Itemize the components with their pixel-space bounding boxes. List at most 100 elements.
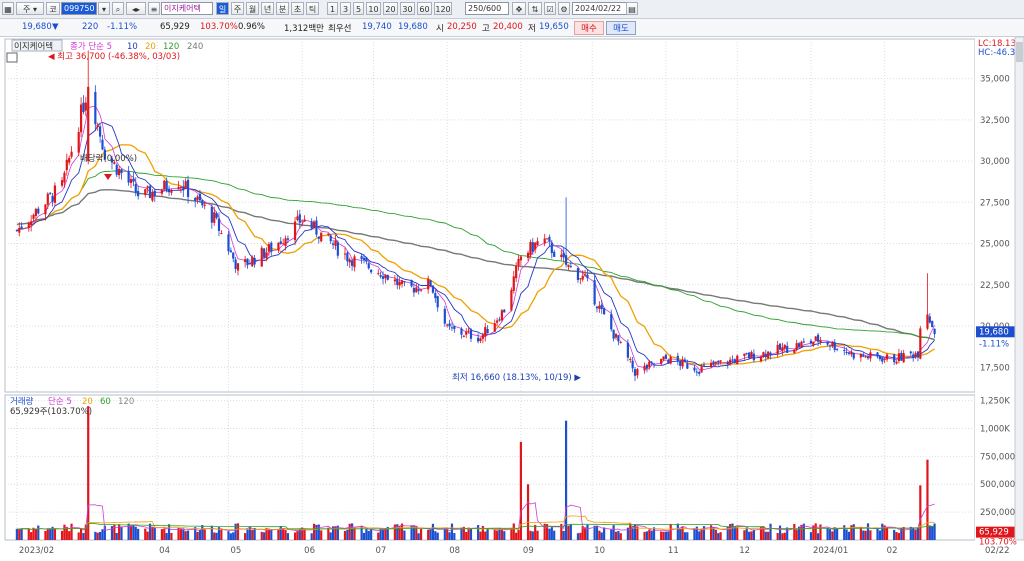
candle-body [759, 356, 763, 362]
chart-area[interactable]: 35,00032,50030,00027,50025,00022,50020,0… [0, 36, 1024, 558]
candle-body [434, 293, 437, 299]
candle-body [500, 310, 503, 321]
stock-info-icon[interactable]: ≡ [148, 2, 160, 15]
candle-body [610, 313, 613, 330]
x-tick-label: 06 [304, 546, 315, 556]
candle-body [564, 255, 568, 265]
calendar-icon[interactable]: ▤ [626, 2, 638, 15]
minute-5[interactable]: 5 [353, 2, 364, 15]
low-value: 19,650 [539, 22, 569, 32]
candle-body [148, 186, 152, 199]
code-dropdown-icon[interactable]: ▾ [98, 2, 110, 15]
minute-20[interactable]: 20 [383, 2, 398, 15]
candle-body [643, 365, 646, 371]
candle-body [448, 323, 451, 327]
period-2[interactable]: 월 [246, 2, 259, 15]
code-input[interactable]: 099750 [61, 2, 97, 15]
x-tick-label: 02 [887, 546, 898, 556]
candle-body [20, 226, 23, 229]
stock-chart[interactable]: 35,00032,50030,00027,50025,00022,50020,0… [0, 36, 1024, 558]
x-tick-label: 04 [159, 546, 170, 556]
buy-button[interactable]: 매수 [574, 21, 604, 35]
crosshair-icon[interactable]: ✥ [512, 2, 526, 15]
grid-icon[interactable]: ▦ [2, 2, 14, 15]
candle-body [650, 361, 653, 363]
sell-button[interactable]: 매도 [606, 21, 636, 35]
search-icon[interactable]: ⌕ [112, 2, 124, 15]
period-0[interactable]: 일 [216, 2, 229, 15]
candle-body [431, 285, 435, 293]
candle-body [70, 151, 73, 157]
date-input[interactable]: 2024/02/22 [572, 2, 630, 15]
minute-1[interactable]: 1 [327, 2, 338, 15]
candle-body [270, 242, 273, 252]
candle-body [652, 363, 656, 365]
volume-bar [831, 531, 834, 540]
volume-bar [284, 530, 287, 540]
volume-bar [603, 527, 606, 540]
volume-bar [648, 529, 651, 540]
candle-body [895, 361, 898, 364]
period-6[interactable]: 틱 [306, 2, 319, 15]
volume-bar [44, 530, 47, 540]
candle-body [517, 259, 520, 266]
volume-bar [215, 532, 218, 540]
settings-icon[interactable]: ⚙ [558, 2, 570, 15]
volume-bar [812, 525, 815, 540]
volume-bar [320, 530, 323, 540]
volume-bar [244, 533, 247, 540]
quote-amount: 1,312백만 [284, 24, 324, 34]
code-type-button[interactable]: 코 [46, 2, 60, 15]
volume-bar [598, 530, 601, 540]
candle-body [381, 276, 385, 279]
count-input[interactable]: 250/600 [465, 2, 509, 15]
period-1[interactable]: 주 [231, 2, 244, 15]
minute-60[interactable]: 60 [417, 2, 432, 15]
minute-120[interactable]: 120 [434, 2, 452, 15]
candle-body [298, 214, 301, 223]
candle-body [914, 353, 917, 357]
volume-bar [477, 525, 480, 540]
candle-body [814, 336, 817, 341]
period-3[interactable]: 년 [261, 2, 274, 15]
volume-bar [15, 528, 18, 540]
candle-body [384, 274, 387, 279]
market-select[interactable]: 주 ▾ [16, 2, 44, 15]
speaker-icon[interactable]: ◂▸ [126, 2, 146, 15]
minute-30[interactable]: 30 [400, 2, 415, 15]
candle-body [762, 352, 765, 357]
volume-bar [486, 528, 489, 540]
period-5[interactable]: 초 [291, 2, 304, 15]
candle-body [32, 214, 35, 219]
volume-bar [869, 530, 872, 540]
candle-body [731, 359, 734, 361]
candle-body [733, 359, 736, 363]
volume-bar [693, 528, 696, 540]
candle-body [34, 208, 38, 216]
volume-bar [500, 529, 503, 540]
volume-bar [151, 526, 154, 540]
candle-body [186, 179, 190, 197]
candle-body [336, 242, 339, 256]
checkbox-icon[interactable]: ☑ [544, 2, 556, 15]
period-4[interactable]: 분 [276, 2, 289, 15]
volume-bar [534, 524, 537, 540]
volume-bar [928, 525, 931, 540]
volume-bar [698, 531, 701, 540]
candle-body [569, 266, 572, 268]
volume-bar [645, 531, 649, 540]
candle-body [410, 280, 413, 287]
legend-volume-ma5: 단순 5 [48, 396, 72, 407]
minute-10[interactable]: 10 [366, 2, 381, 15]
legend-stock-name: 이지케어텍 [14, 41, 53, 52]
stock-name-field: 이지케어텍 [161, 2, 213, 15]
volume-bar [895, 532, 898, 540]
candle-body [467, 330, 470, 332]
volume-bar [179, 528, 183, 540]
quote-vol-ratio: 103.70% [200, 22, 238, 32]
minute-3[interactable]: 3 [340, 2, 351, 15]
volume-bar [469, 527, 473, 540]
candle-body [248, 263, 251, 265]
candle-body [182, 186, 185, 191]
indicator-icon[interactable]: ⇅ [528, 2, 542, 15]
